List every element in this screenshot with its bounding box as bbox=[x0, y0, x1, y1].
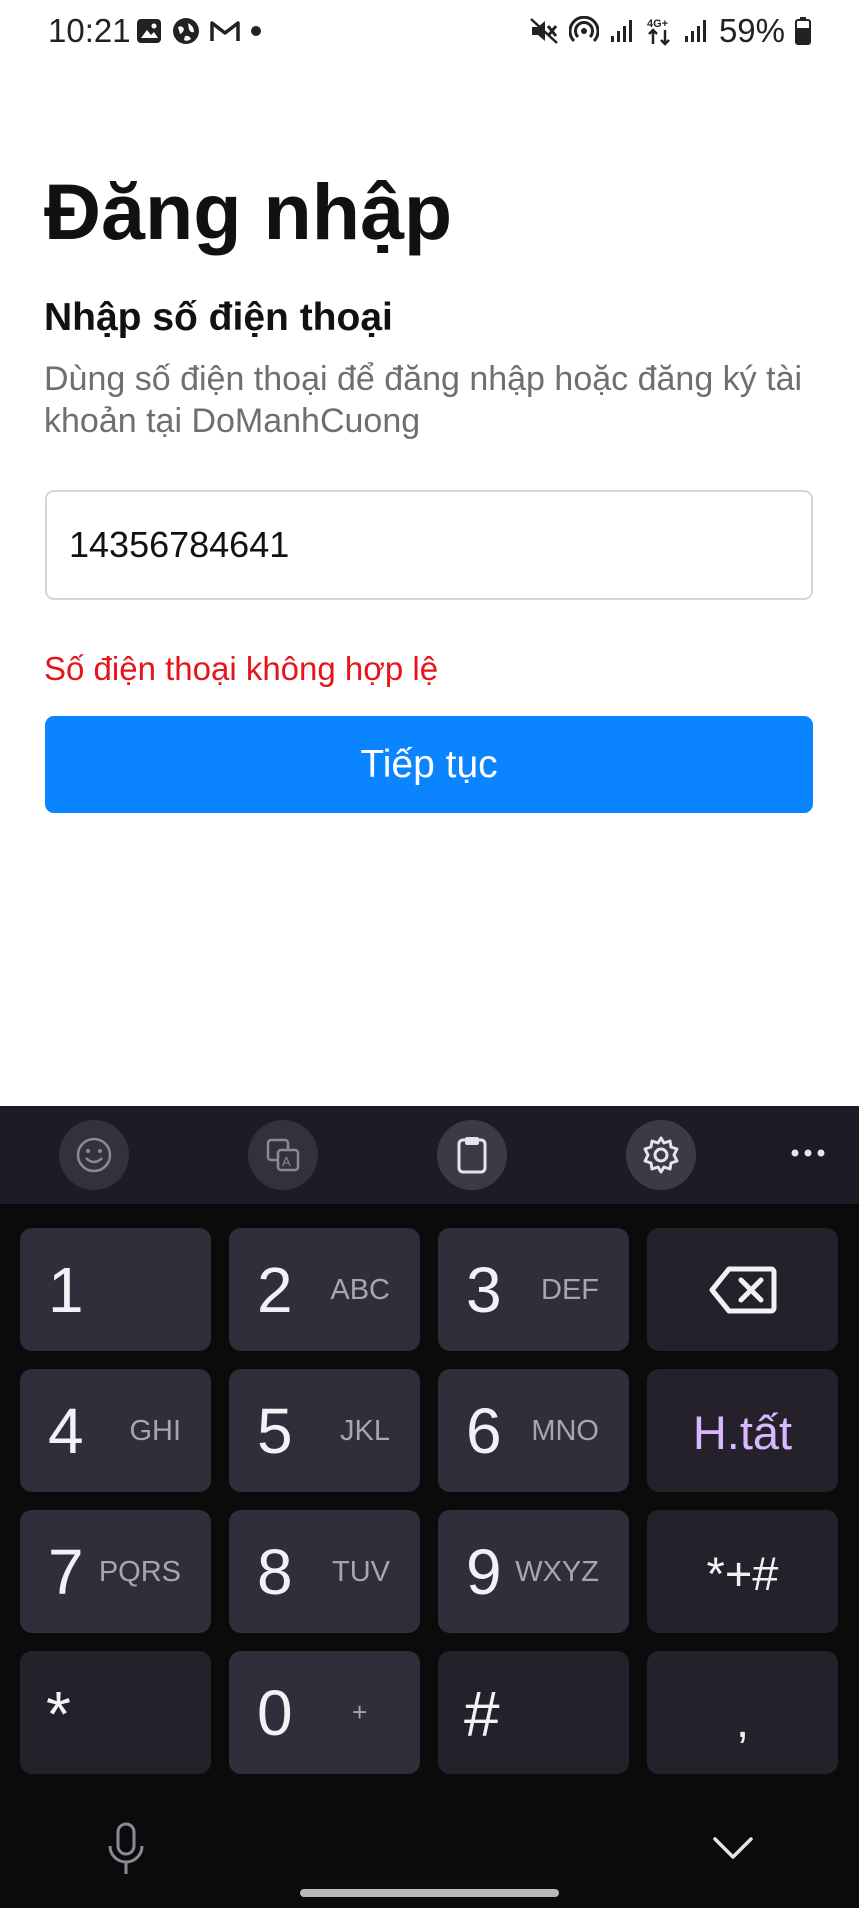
keyboard-toolbar: A bbox=[0, 1106, 859, 1204]
keyboard-settings-button[interactable] bbox=[626, 1120, 696, 1190]
key-letters: MNO bbox=[531, 1415, 599, 1447]
microphone-icon[interactable] bbox=[104, 1822, 148, 1878]
clipboard-icon bbox=[457, 1137, 487, 1174]
backspace-icon bbox=[709, 1266, 777, 1314]
key-digit: 4 bbox=[48, 1395, 84, 1467]
key-0[interactable]: 0 + bbox=[229, 1651, 420, 1774]
translate-icon: A bbox=[266, 1138, 300, 1172]
key-letters: JKL bbox=[340, 1415, 390, 1447]
key-digit: 1 bbox=[48, 1254, 84, 1326]
key-letters: TUV bbox=[332, 1556, 390, 1588]
key-digit: 5 bbox=[257, 1395, 293, 1467]
key-digit: 8 bbox=[257, 1536, 293, 1608]
symbols-key[interactable]: *+# bbox=[647, 1510, 838, 1633]
translate-button[interactable]: A bbox=[248, 1120, 318, 1190]
system-icons: 4G+ 59% bbox=[529, 12, 811, 50]
emoji-button[interactable] bbox=[59, 1120, 129, 1190]
more-options-button[interactable] bbox=[783, 1128, 833, 1178]
error-message: Số điện thoại không hợp lệ bbox=[44, 650, 439, 687]
mute-icon bbox=[530, 18, 558, 44]
key-letters: ABC bbox=[330, 1274, 390, 1306]
key-digit: 3 bbox=[466, 1254, 502, 1326]
gallery-icon bbox=[137, 19, 161, 43]
signal-icon bbox=[610, 20, 632, 42]
4g-icon: 4G+ bbox=[647, 18, 670, 46]
svg-text:A: A bbox=[282, 1154, 291, 1169]
key-letters: + bbox=[352, 1697, 368, 1727]
hash-label: # bbox=[464, 1678, 500, 1750]
key-letters: WXYZ bbox=[515, 1556, 599, 1588]
continue-button[interactable]: Tiếp tục bbox=[45, 716, 813, 813]
done-key[interactable]: H.tất bbox=[647, 1369, 838, 1492]
star-key[interactable]: * bbox=[20, 1651, 211, 1774]
key-8[interactable]: 8 TUV bbox=[229, 1510, 420, 1633]
status-bar: 10:21 4G+ 59% bbox=[0, 0, 859, 64]
key-3[interactable]: 3 DEF bbox=[438, 1228, 629, 1351]
symbols-label: *+# bbox=[706, 1547, 779, 1600]
hash-key[interactable]: # bbox=[438, 1651, 629, 1774]
key-digit: 7 bbox=[48, 1536, 84, 1608]
key-digit: 6 bbox=[466, 1395, 502, 1467]
description-text: Dùng số điện thoại để đăng nhập hoặc đăn… bbox=[44, 360, 803, 440]
done-label: H.tất bbox=[692, 1406, 793, 1459]
more-icon bbox=[791, 1149, 825, 1157]
page-title: Đăng nhập bbox=[44, 167, 453, 256]
key-digit: 2 bbox=[257, 1254, 293, 1326]
key-letters: DEF bbox=[541, 1274, 599, 1306]
key-letters: PQRS bbox=[98, 1556, 181, 1588]
key-digit: 9 bbox=[466, 1536, 502, 1608]
home-indicator[interactable] bbox=[300, 1889, 559, 1897]
key-9[interactable]: 9 WXYZ bbox=[438, 1510, 629, 1633]
status-time: 10:21 bbox=[48, 12, 131, 49]
hide-keyboard-icon[interactable] bbox=[712, 1833, 754, 1863]
key-7[interactable]: 7 PQRS bbox=[20, 1510, 211, 1633]
key-1[interactable]: 1 bbox=[20, 1228, 211, 1351]
key-2[interactable]: 2 ABC bbox=[229, 1228, 420, 1351]
clipboard-button[interactable] bbox=[437, 1120, 507, 1190]
globe-icon bbox=[173, 18, 199, 44]
settings-icon bbox=[643, 1136, 679, 1174]
phone-input[interactable] bbox=[45, 490, 813, 600]
emoji-icon bbox=[76, 1137, 112, 1173]
key-digit: 0 bbox=[257, 1677, 293, 1749]
battery-percent: 59% bbox=[718, 12, 785, 49]
backspace-key[interactable] bbox=[647, 1228, 838, 1351]
battery-icon bbox=[795, 17, 811, 45]
signal-icon-2 bbox=[684, 20, 706, 42]
gmail-icon bbox=[210, 21, 240, 41]
svg-text:4G+: 4G+ bbox=[647, 18, 668, 30]
key-6[interactable]: 6 MNO bbox=[438, 1369, 629, 1492]
key-letters: GHI bbox=[129, 1415, 181, 1447]
hotspot-icon bbox=[568, 16, 599, 43]
comma-label: , bbox=[735, 1694, 750, 1747]
key-4[interactable]: 4 GHI bbox=[20, 1369, 211, 1492]
section-title: Nhập số điện thoại bbox=[44, 296, 393, 339]
dot-icon bbox=[251, 26, 261, 36]
comma-key[interactable]: , bbox=[647, 1651, 838, 1774]
star-label: * bbox=[46, 1678, 71, 1750]
key-5[interactable]: 5 JKL bbox=[229, 1369, 420, 1492]
notification-icons bbox=[136, 17, 262, 45]
numeric-keyboard: A 1 2 ABC 3 DEF 4 GHI 5 JKL 6 MNO H.tất … bbox=[0, 1106, 859, 1908]
